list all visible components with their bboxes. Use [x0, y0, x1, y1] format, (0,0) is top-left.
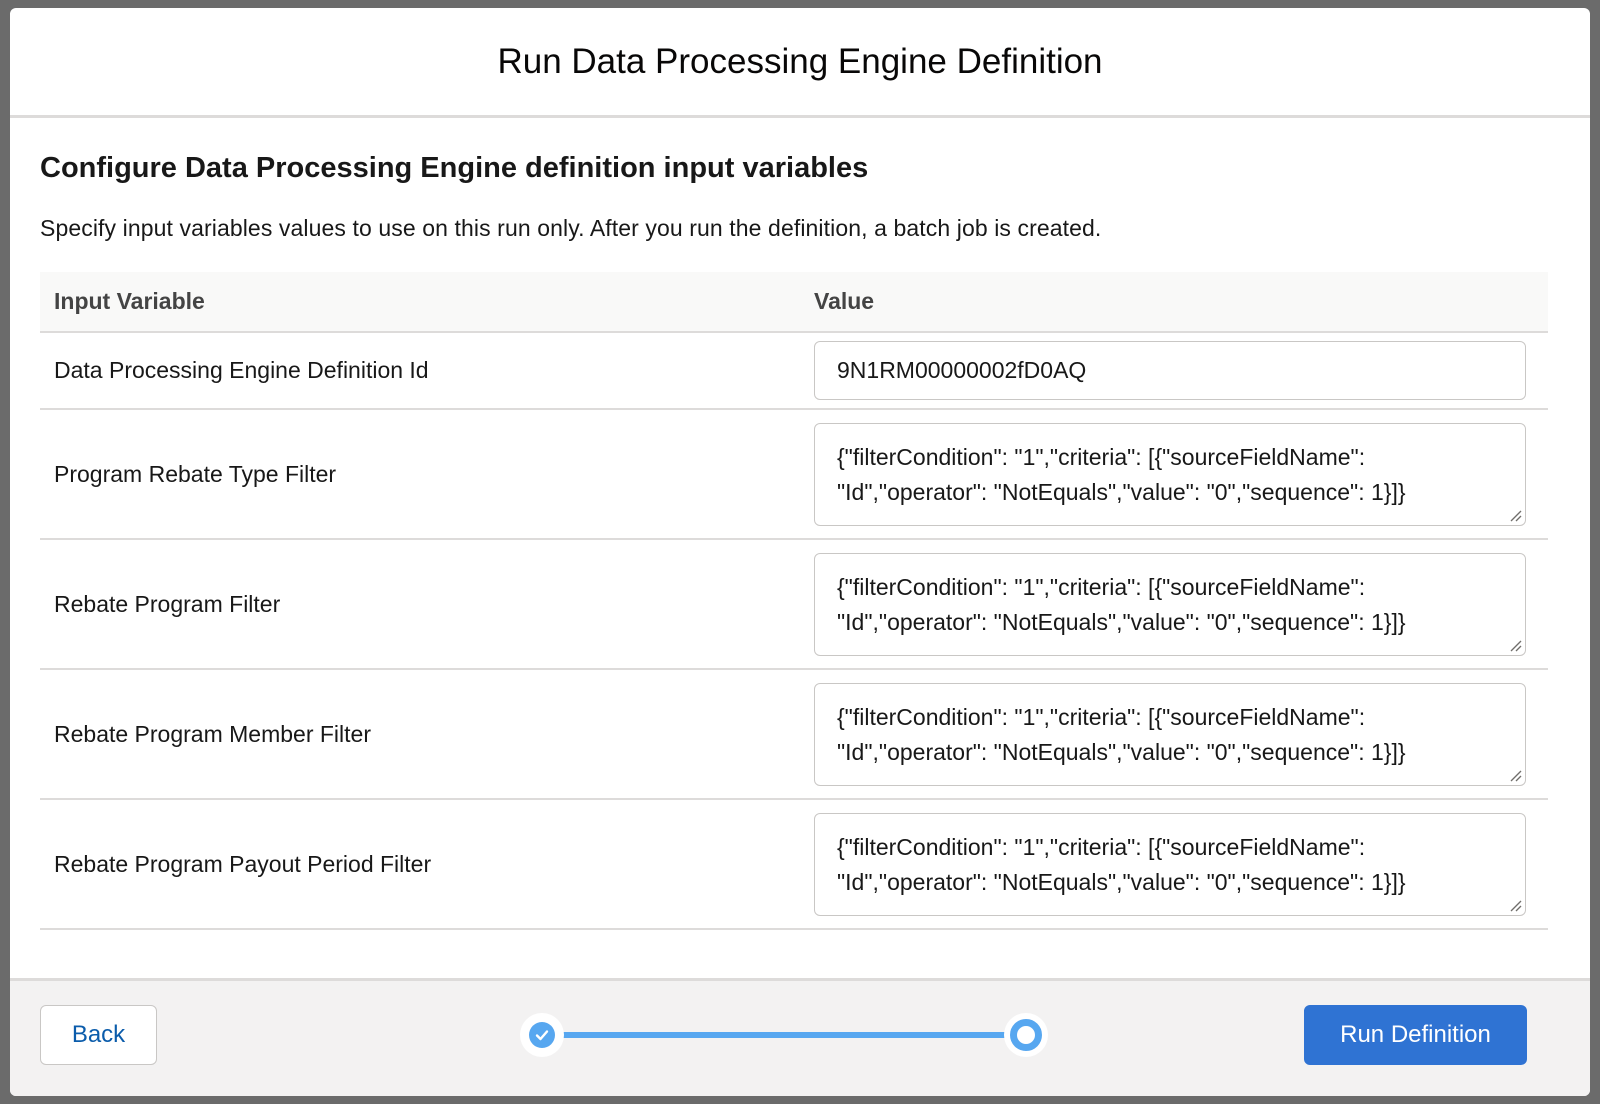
- check-icon: [529, 1022, 555, 1048]
- resize-handle-icon[interactable]: [1508, 638, 1522, 652]
- table-row: Rebate Program Member Filter {"filterCon…: [40, 669, 1548, 800]
- resize-handle-icon[interactable]: [1508, 768, 1522, 782]
- modal-body: Configure Data Processing Engine definit…: [10, 152, 1590, 930]
- textarea-line: "Id","operator": "NotEquals","value": "0…: [837, 868, 1406, 895]
- textarea-line: {"filterCondition": "1","criteria": [{"s…: [837, 443, 1366, 470]
- variable-name: Rebate Program Payout Period Filter: [40, 799, 800, 930]
- rebate-program-payout-period-filter-textarea[interactable]: {"filterCondition": "1","criteria": [{"s…: [814, 812, 1526, 916]
- table-row: Rebate Program Filter {"filterCondition"…: [40, 539, 1548, 670]
- textarea-line: {"filterCondition": "1","criteria": [{"s…: [837, 573, 1366, 600]
- variable-name: Rebate Program Member Filter: [40, 669, 800, 800]
- variable-value-cell: {"filterCondition": "1","criteria": [{"s…: [800, 669, 1548, 800]
- section-description: Specify input variables values to use on…: [40, 215, 1102, 241]
- progress-indicator: [520, 1013, 1048, 1057]
- modal-footer: Back Run Definition: [10, 978, 1590, 1096]
- back-button[interactable]: Back: [40, 1005, 157, 1065]
- column-header-input-variable: Input Variable: [40, 272, 800, 333]
- modal-header: Run Data Processing Engine Definition: [10, 8, 1590, 118]
- variable-value-cell: {"filterCondition": "1","criteria": [{"s…: [800, 539, 1548, 670]
- textarea-line: "Id","operator": "NotEquals","value": "0…: [837, 738, 1406, 765]
- resize-handle-icon[interactable]: [1508, 898, 1522, 912]
- rebate-program-member-filter-textarea[interactable]: {"filterCondition": "1","criteria": [{"s…: [814, 682, 1526, 786]
- textarea-line: {"filterCondition": "1","criteria": [{"s…: [837, 833, 1366, 860]
- column-header-value: Value: [800, 272, 1548, 333]
- section-title: Configure Data Processing Engine definit…: [40, 152, 869, 184]
- table-header-row: Input Variable Value: [40, 272, 1548, 333]
- table-row: Data Processing Engine Definition Id: [40, 332, 1548, 410]
- definition-id-input[interactable]: [814, 341, 1526, 400]
- textarea-line: "Id","operator": "NotEquals","value": "0…: [837, 478, 1406, 505]
- textarea-line: {"filterCondition": "1","criteria": [{"s…: [837, 703, 1366, 730]
- variable-value-cell: {"filterCondition": "1","criteria": [{"s…: [800, 799, 1548, 930]
- progress-step-2[interactable]: [1004, 1013, 1048, 1057]
- rebate-program-filter-textarea[interactable]: {"filterCondition": "1","criteria": [{"s…: [814, 552, 1526, 656]
- table-row: Rebate Program Payout Period Filter {"fi…: [40, 799, 1548, 930]
- modal-title: Run Data Processing Engine Definition: [497, 41, 1103, 81]
- variable-value-cell: [800, 332, 1548, 410]
- variable-name: Data Processing Engine Definition Id: [40, 332, 800, 410]
- progress-step-1[interactable]: [520, 1013, 564, 1057]
- variable-name: Program Rebate Type Filter: [40, 409, 800, 540]
- resize-handle-icon[interactable]: [1508, 508, 1522, 522]
- program-rebate-type-filter-textarea[interactable]: {"filterCondition": "1","criteria": [{"s…: [814, 422, 1526, 526]
- run-definition-button[interactable]: Run Definition: [1304, 1005, 1527, 1065]
- input-variables-table: Input Variable Value Data Processing Eng…: [40, 272, 1548, 930]
- variable-name: Rebate Program Filter: [40, 539, 800, 670]
- textarea-line: "Id","operator": "NotEquals","value": "0…: [837, 608, 1406, 635]
- run-definition-modal: Run Data Processing Engine Definition Co…: [10, 8, 1590, 1096]
- table-row: Program Rebate Type Filter {"filterCondi…: [40, 409, 1548, 540]
- progress-bar: [542, 1032, 1026, 1038]
- variable-value-cell: {"filterCondition": "1","criteria": [{"s…: [800, 409, 1548, 540]
- current-step-ring-icon: [1010, 1019, 1042, 1051]
